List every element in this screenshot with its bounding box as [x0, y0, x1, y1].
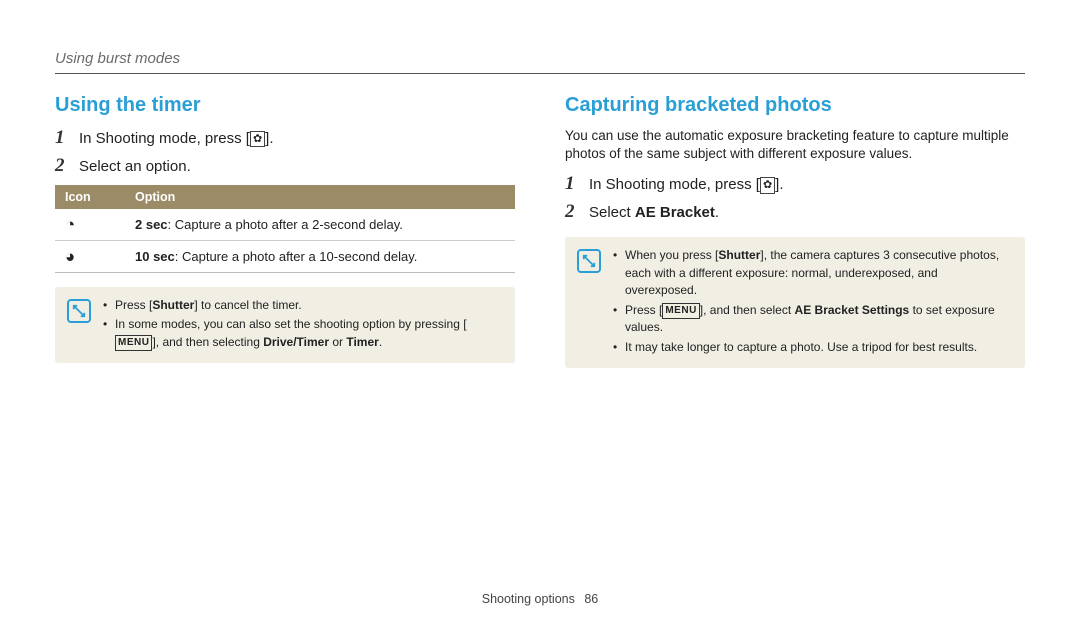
menu-icon: MENU — [115, 335, 152, 352]
step-1: 1 In Shooting mode, press [✿]. — [565, 173, 1025, 195]
bracket-steps: 1 In Shooting mode, press [✿]. 2 Select … — [565, 173, 1025, 223]
table-row: ◔ 2 sec: Capture a photo after a 2-secon… — [55, 209, 515, 241]
drive-mode-icon: ✿ — [760, 177, 775, 193]
note-item: In some modes, you can also set the shoo… — [103, 316, 503, 351]
col-header-option: Option — [125, 185, 515, 209]
note-icon — [577, 249, 601, 273]
step-text: In Shooting mode, press [✿]. — [79, 130, 515, 147]
step-number: 2 — [55, 155, 69, 177]
footer-page-number: 86 — [584, 592, 598, 606]
note-item: Press [MENU], and then select AE Bracket… — [613, 302, 1013, 337]
drive-mode-icon: ✿ — [250, 131, 265, 147]
step-text: Select AE Bracket. — [589, 204, 1025, 221]
step-text: Select an option. — [79, 158, 515, 175]
note-box: When you press [Shutter], the camera cap… — [565, 237, 1025, 367]
section-title-bracket: Capturing bracketed photos — [565, 94, 1025, 117]
col-header-icon: Icon — [55, 185, 125, 209]
breadcrumb: Using burst modes — [55, 50, 1025, 67]
note-icon — [67, 299, 91, 323]
left-column: Using the timer 1 In Shooting mode, pres… — [55, 94, 515, 368]
menu-icon: MENU — [662, 303, 699, 320]
note-item: It may take longer to capture a photo. U… — [613, 339, 1013, 356]
right-column: Capturing bracketed photos You can use t… — [565, 94, 1025, 368]
option-text: 2 sec: Capture a photo after a 2-second … — [125, 209, 515, 241]
step-number: 1 — [565, 173, 579, 195]
note-list: When you press [Shutter], the camera cap… — [613, 247, 1013, 357]
section-title-timer: Using the timer — [55, 94, 515, 117]
divider — [55, 73, 1025, 74]
timer-steps: 1 In Shooting mode, press [✿]. 2 Select … — [55, 127, 515, 177]
note-box: Press [Shutter] to cancel the timer. In … — [55, 287, 515, 363]
step-2: 2 Select an option. — [55, 155, 515, 177]
step-1: 1 In Shooting mode, press [✿]. — [55, 127, 515, 149]
timer-options-table: Icon Option ◔ 2 sec: Capture a photo aft… — [55, 185, 515, 273]
step-number: 2 — [565, 201, 579, 223]
step-text: In Shooting mode, press [✿]. — [589, 176, 1025, 193]
intro-text: You can use the automatic exposure brack… — [565, 127, 1025, 163]
step-number: 1 — [55, 127, 69, 149]
timer-2s-icon: ◔ — [65, 216, 75, 233]
option-text: 10 sec: Capture a photo after a 10-secon… — [125, 241, 515, 273]
footer-section: Shooting options — [482, 592, 575, 606]
step-2: 2 Select AE Bracket. — [565, 201, 1025, 223]
page-footer: Shooting options 86 — [0, 592, 1080, 606]
note-list: Press [Shutter] to cancel the timer. In … — [103, 297, 503, 353]
note-item: Press [Shutter] to cancel the timer. — [103, 297, 503, 314]
timer-10s-icon: ◕ — [65, 248, 75, 265]
table-row: ◕ 10 sec: Capture a photo after a 10-sec… — [55, 241, 515, 273]
note-item: When you press [Shutter], the camera cap… — [613, 247, 1013, 299]
